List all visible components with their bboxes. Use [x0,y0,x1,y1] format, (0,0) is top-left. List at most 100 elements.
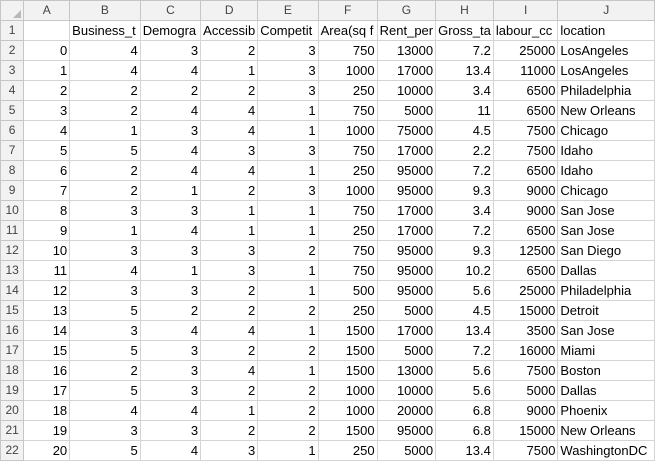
cell-c16[interactable]: 4 [139,320,202,341]
cell-f21[interactable]: 1500 [317,420,378,441]
cell-c2[interactable]: 3 [139,40,202,61]
cell-i15[interactable]: 15000 [492,300,559,321]
cell-h9[interactable]: 9.3 [435,180,494,201]
cell-i2[interactable]: 25000 [492,40,559,61]
cell-b16[interactable]: 3 [69,320,141,341]
row-header-3[interactable]: 3 [0,60,25,81]
cell-a16[interactable]: 14 [23,320,71,341]
row-header-17[interactable]: 17 [0,340,25,361]
cell-e19[interactable]: 2 [257,380,319,401]
cell-h16[interactable]: 13.4 [435,320,494,341]
cell-c18[interactable]: 3 [139,360,202,381]
cell-a21[interactable]: 19 [23,420,71,441]
cell-d12[interactable]: 3 [200,240,259,261]
cell-i12[interactable]: 12500 [492,240,559,261]
cell-d6[interactable]: 4 [200,120,259,141]
cell-d13[interactable]: 3 [200,260,259,281]
cell-f18[interactable]: 1500 [317,360,378,381]
cell-d8[interactable]: 4 [200,160,259,181]
cell-j14[interactable]: Philadelphia [557,280,655,301]
cell-c3[interactable]: 4 [139,60,202,81]
cell-a14[interactable]: 12 [23,280,71,301]
cell-i21[interactable]: 15000 [492,420,559,441]
cell-d5[interactable]: 4 [200,100,259,121]
cell-f22[interactable]: 250 [317,440,378,461]
cell-j4[interactable]: Philadelphia [557,80,655,101]
cell-e12[interactable]: 2 [257,240,319,261]
column-header-g[interactable]: G [376,0,437,21]
cell-f13[interactable]: 750 [317,260,378,281]
cell-h13[interactable]: 10.2 [435,260,494,281]
cell-b6[interactable]: 1 [69,120,141,141]
cell-e15[interactable]: 2 [257,300,319,321]
cell-j6[interactable]: Chicago [557,120,655,141]
cell-g8[interactable]: 95000 [376,160,437,181]
cell-f8[interactable]: 250 [317,160,378,181]
cell-g22[interactable]: 5000 [376,440,437,461]
cell-c14[interactable]: 3 [139,280,202,301]
cell-d22[interactable]: 3 [200,440,259,461]
cell-d14[interactable]: 2 [200,280,259,301]
cell-f2[interactable]: 750 [317,40,378,61]
cell-g19[interactable]: 10000 [376,380,437,401]
cell-i10[interactable]: 9000 [492,200,559,221]
cell-a9[interactable]: 7 [23,180,71,201]
cell-d4[interactable]: 2 [200,80,259,101]
cell-d1[interactable]: Accessib [200,20,259,41]
cell-e22[interactable]: 1 [257,440,319,461]
row-header-9[interactable]: 9 [0,180,25,201]
cell-d9[interactable]: 2 [200,180,259,201]
cell-e11[interactable]: 1 [257,220,319,241]
cell-c13[interactable]: 1 [139,260,202,281]
cell-h8[interactable]: 7.2 [435,160,494,181]
cell-d20[interactable]: 1 [200,400,259,421]
cell-c12[interactable]: 3 [139,240,202,261]
cell-e17[interactable]: 2 [257,340,319,361]
row-header-22[interactable]: 22 [0,440,25,461]
row-header-10[interactable]: 10 [0,200,25,221]
cell-a12[interactable]: 10 [23,240,71,261]
cell-a15[interactable]: 13 [23,300,71,321]
cell-g18[interactable]: 13000 [376,360,437,381]
row-header-6[interactable]: 6 [0,120,25,141]
cell-c10[interactable]: 3 [139,200,202,221]
cell-b2[interactable]: 4 [69,40,141,61]
cell-b18[interactable]: 2 [69,360,141,381]
cell-c4[interactable]: 2 [139,80,202,101]
cell-b10[interactable]: 3 [69,200,141,221]
cell-f20[interactable]: 1000 [317,400,378,421]
cell-e1[interactable]: Competit [257,20,319,41]
row-header-20[interactable]: 20 [0,400,25,421]
column-header-f[interactable]: F [317,0,378,21]
cell-b21[interactable]: 3 [69,420,141,441]
cell-b9[interactable]: 2 [69,180,141,201]
cell-d11[interactable]: 1 [200,220,259,241]
cell-i5[interactable]: 6500 [492,100,559,121]
cell-d21[interactable]: 2 [200,420,259,441]
cell-h10[interactable]: 3.4 [435,200,494,221]
row-header-19[interactable]: 19 [0,380,25,401]
row-header-15[interactable]: 15 [0,300,25,321]
cell-d3[interactable]: 1 [200,60,259,81]
cell-f19[interactable]: 1000 [317,380,378,401]
cell-j8[interactable]: Idaho [557,160,655,181]
cell-a11[interactable]: 9 [23,220,71,241]
cell-i8[interactable]: 6500 [492,160,559,181]
cell-a2[interactable]: 0 [23,40,71,61]
cell-e16[interactable]: 1 [257,320,319,341]
cell-h3[interactable]: 13.4 [435,60,494,81]
cell-b20[interactable]: 4 [69,400,141,421]
cell-h15[interactable]: 4.5 [435,300,494,321]
cell-a1[interactable] [23,20,71,41]
cell-h14[interactable]: 5.6 [435,280,494,301]
row-header-18[interactable]: 18 [0,360,25,381]
row-header-4[interactable]: 4 [0,80,25,101]
cell-i18[interactable]: 7500 [492,360,559,381]
cell-d17[interactable]: 2 [200,340,259,361]
cell-e18[interactable]: 1 [257,360,319,381]
cell-i17[interactable]: 16000 [492,340,559,361]
cell-g12[interactable]: 95000 [376,240,437,261]
cell-g5[interactable]: 5000 [376,100,437,121]
cell-a10[interactable]: 8 [23,200,71,221]
cell-j15[interactable]: Detroit [557,300,655,321]
